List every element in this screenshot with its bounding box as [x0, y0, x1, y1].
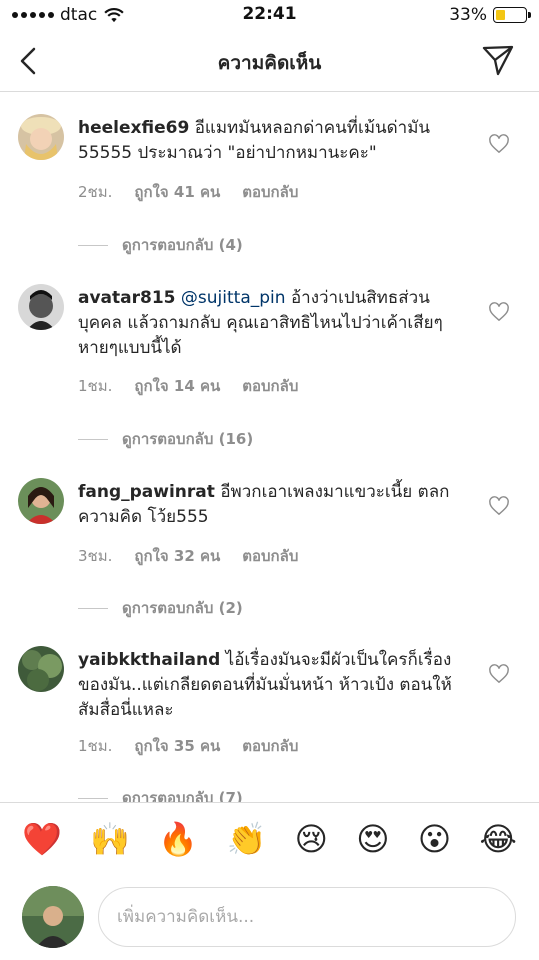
- page-title: ความคิดเห็น: [217, 52, 322, 74]
- comment-meta: 3ชม. ถูกใจ 32 คน ตอบกลับ: [78, 544, 298, 568]
- view-replies[interactable]: ดูการตอบกลับ (16): [78, 427, 253, 451]
- comment-meta: 2ชม. ถูกใจ 41 คน ตอบกลับ: [78, 180, 298, 204]
- comment-text: yaibkkthailand ไอ้เรื่องมันจะมีผัวเป็นใค…: [78, 648, 463, 723]
- replies-divider: [78, 607, 108, 609]
- avatar[interactable]: [18, 284, 64, 330]
- avatar[interactable]: [18, 114, 64, 160]
- status-right: 33%: [449, 5, 531, 25]
- battery-icon: [493, 7, 531, 23]
- heart-icon[interactable]: [488, 134, 510, 154]
- comment-username[interactable]: yaibkkthailand: [78, 650, 220, 670]
- comment-likes[interactable]: ถูกใจ 41 คน: [134, 180, 220, 204]
- comment-meta: 1ชม. ถูกใจ 35 คน ตอบกลับ: [78, 734, 298, 758]
- comment-likes[interactable]: ถูกใจ 14 คน: [134, 374, 220, 398]
- replies-divider: [78, 797, 108, 799]
- view-replies-label: ดูการตอบกลับ (7): [122, 789, 243, 802]
- comment-time: 3ชม.: [78, 547, 113, 565]
- comment-time: 1ชม.: [78, 377, 113, 395]
- comment-input[interactable]: [98, 887, 516, 947]
- reply-button[interactable]: ตอบกลับ: [242, 374, 298, 398]
- view-replies[interactable]: ดูการตอบกลับ (2): [78, 596, 243, 620]
- battery-fill: [496, 10, 506, 20]
- view-replies[interactable]: ดูการตอบกลับ (4): [78, 233, 243, 257]
- comment-text: avatar815 @sujitta_pin อ้างว่าเปนสิทธส่ว…: [78, 286, 463, 361]
- comment-username[interactable]: avatar815: [78, 288, 176, 308]
- replies-divider: [78, 244, 108, 246]
- clapping-hands-emoji-button[interactable]: 👏: [226, 821, 266, 857]
- surprised-face-emoji-button[interactable]: 😮: [418, 821, 451, 857]
- status-bar: dtac 22:41 33%: [0, 0, 539, 30]
- my-avatar: [22, 886, 84, 948]
- view-replies-label: ดูการตอบกลับ (16): [122, 430, 254, 448]
- comment-list: heelexfie69 อีแมทมันหลอกด่าคนที่เม้นด่าม…: [0, 92, 539, 802]
- comment-username[interactable]: heelexfie69: [78, 118, 189, 138]
- comment-likes[interactable]: ถูกใจ 32 คน: [134, 544, 220, 568]
- heart-icon[interactable]: [488, 302, 510, 322]
- avatar[interactable]: [18, 478, 64, 524]
- comment-likes[interactable]: ถูกใจ 35 คน: [134, 734, 220, 758]
- tears-of-joy-emoji-button[interactable]: 😂: [479, 821, 516, 857]
- battery-percent: 33%: [449, 5, 487, 25]
- comment-meta: 1ชม. ถูกใจ 14 คน ตอบกลับ: [78, 374, 298, 398]
- view-replies-label: ดูการตอบกลับ (2): [122, 599, 243, 617]
- comment-composer: [0, 874, 539, 960]
- reply-button[interactable]: ตอบกลับ: [242, 734, 298, 758]
- view-replies-label: ดูการตอบกลับ (4): [122, 236, 243, 254]
- reply-button[interactable]: ตอบกลับ: [242, 544, 298, 568]
- raised-hands-emoji-button[interactable]: 🙌: [90, 821, 130, 857]
- comment-username[interactable]: fang_pawinrat: [78, 482, 215, 502]
- heart-eyes-emoji-button[interactable]: 😍: [356, 821, 389, 857]
- heart-icon[interactable]: [488, 496, 510, 516]
- emoji-bar: ❤️ 🙌 🔥 👏 😢 😍 😮 😂: [0, 802, 539, 874]
- paper-plane-icon[interactable]: [481, 43, 515, 77]
- avatar[interactable]: [18, 646, 64, 692]
- comment-time: 1ชม.: [78, 737, 113, 755]
- comment-text: heelexfie69 อีแมทมันหลอกด่าคนที่เม้นด่าม…: [78, 116, 463, 166]
- comment-text: fang_pawinrat อีพวกเอาเพลงมาแขวะเนี้ย ตล…: [78, 480, 463, 530]
- comment-mention[interactable]: @sujitta_pin: [181, 288, 286, 308]
- reply-button[interactable]: ตอบกลับ: [242, 180, 298, 204]
- heart-icon[interactable]: [488, 664, 510, 684]
- header: ความคิดเห็น: [0, 30, 539, 92]
- crying-face-emoji-button[interactable]: 😢: [295, 821, 328, 857]
- view-replies[interactable]: ดูการตอบกลับ (7): [78, 786, 243, 802]
- comment-time: 2ชม.: [78, 183, 113, 201]
- red-heart-emoji-button[interactable]: ❤️: [22, 821, 62, 857]
- replies-divider: [78, 438, 108, 440]
- fire-emoji-button[interactable]: 🔥: [158, 821, 198, 857]
